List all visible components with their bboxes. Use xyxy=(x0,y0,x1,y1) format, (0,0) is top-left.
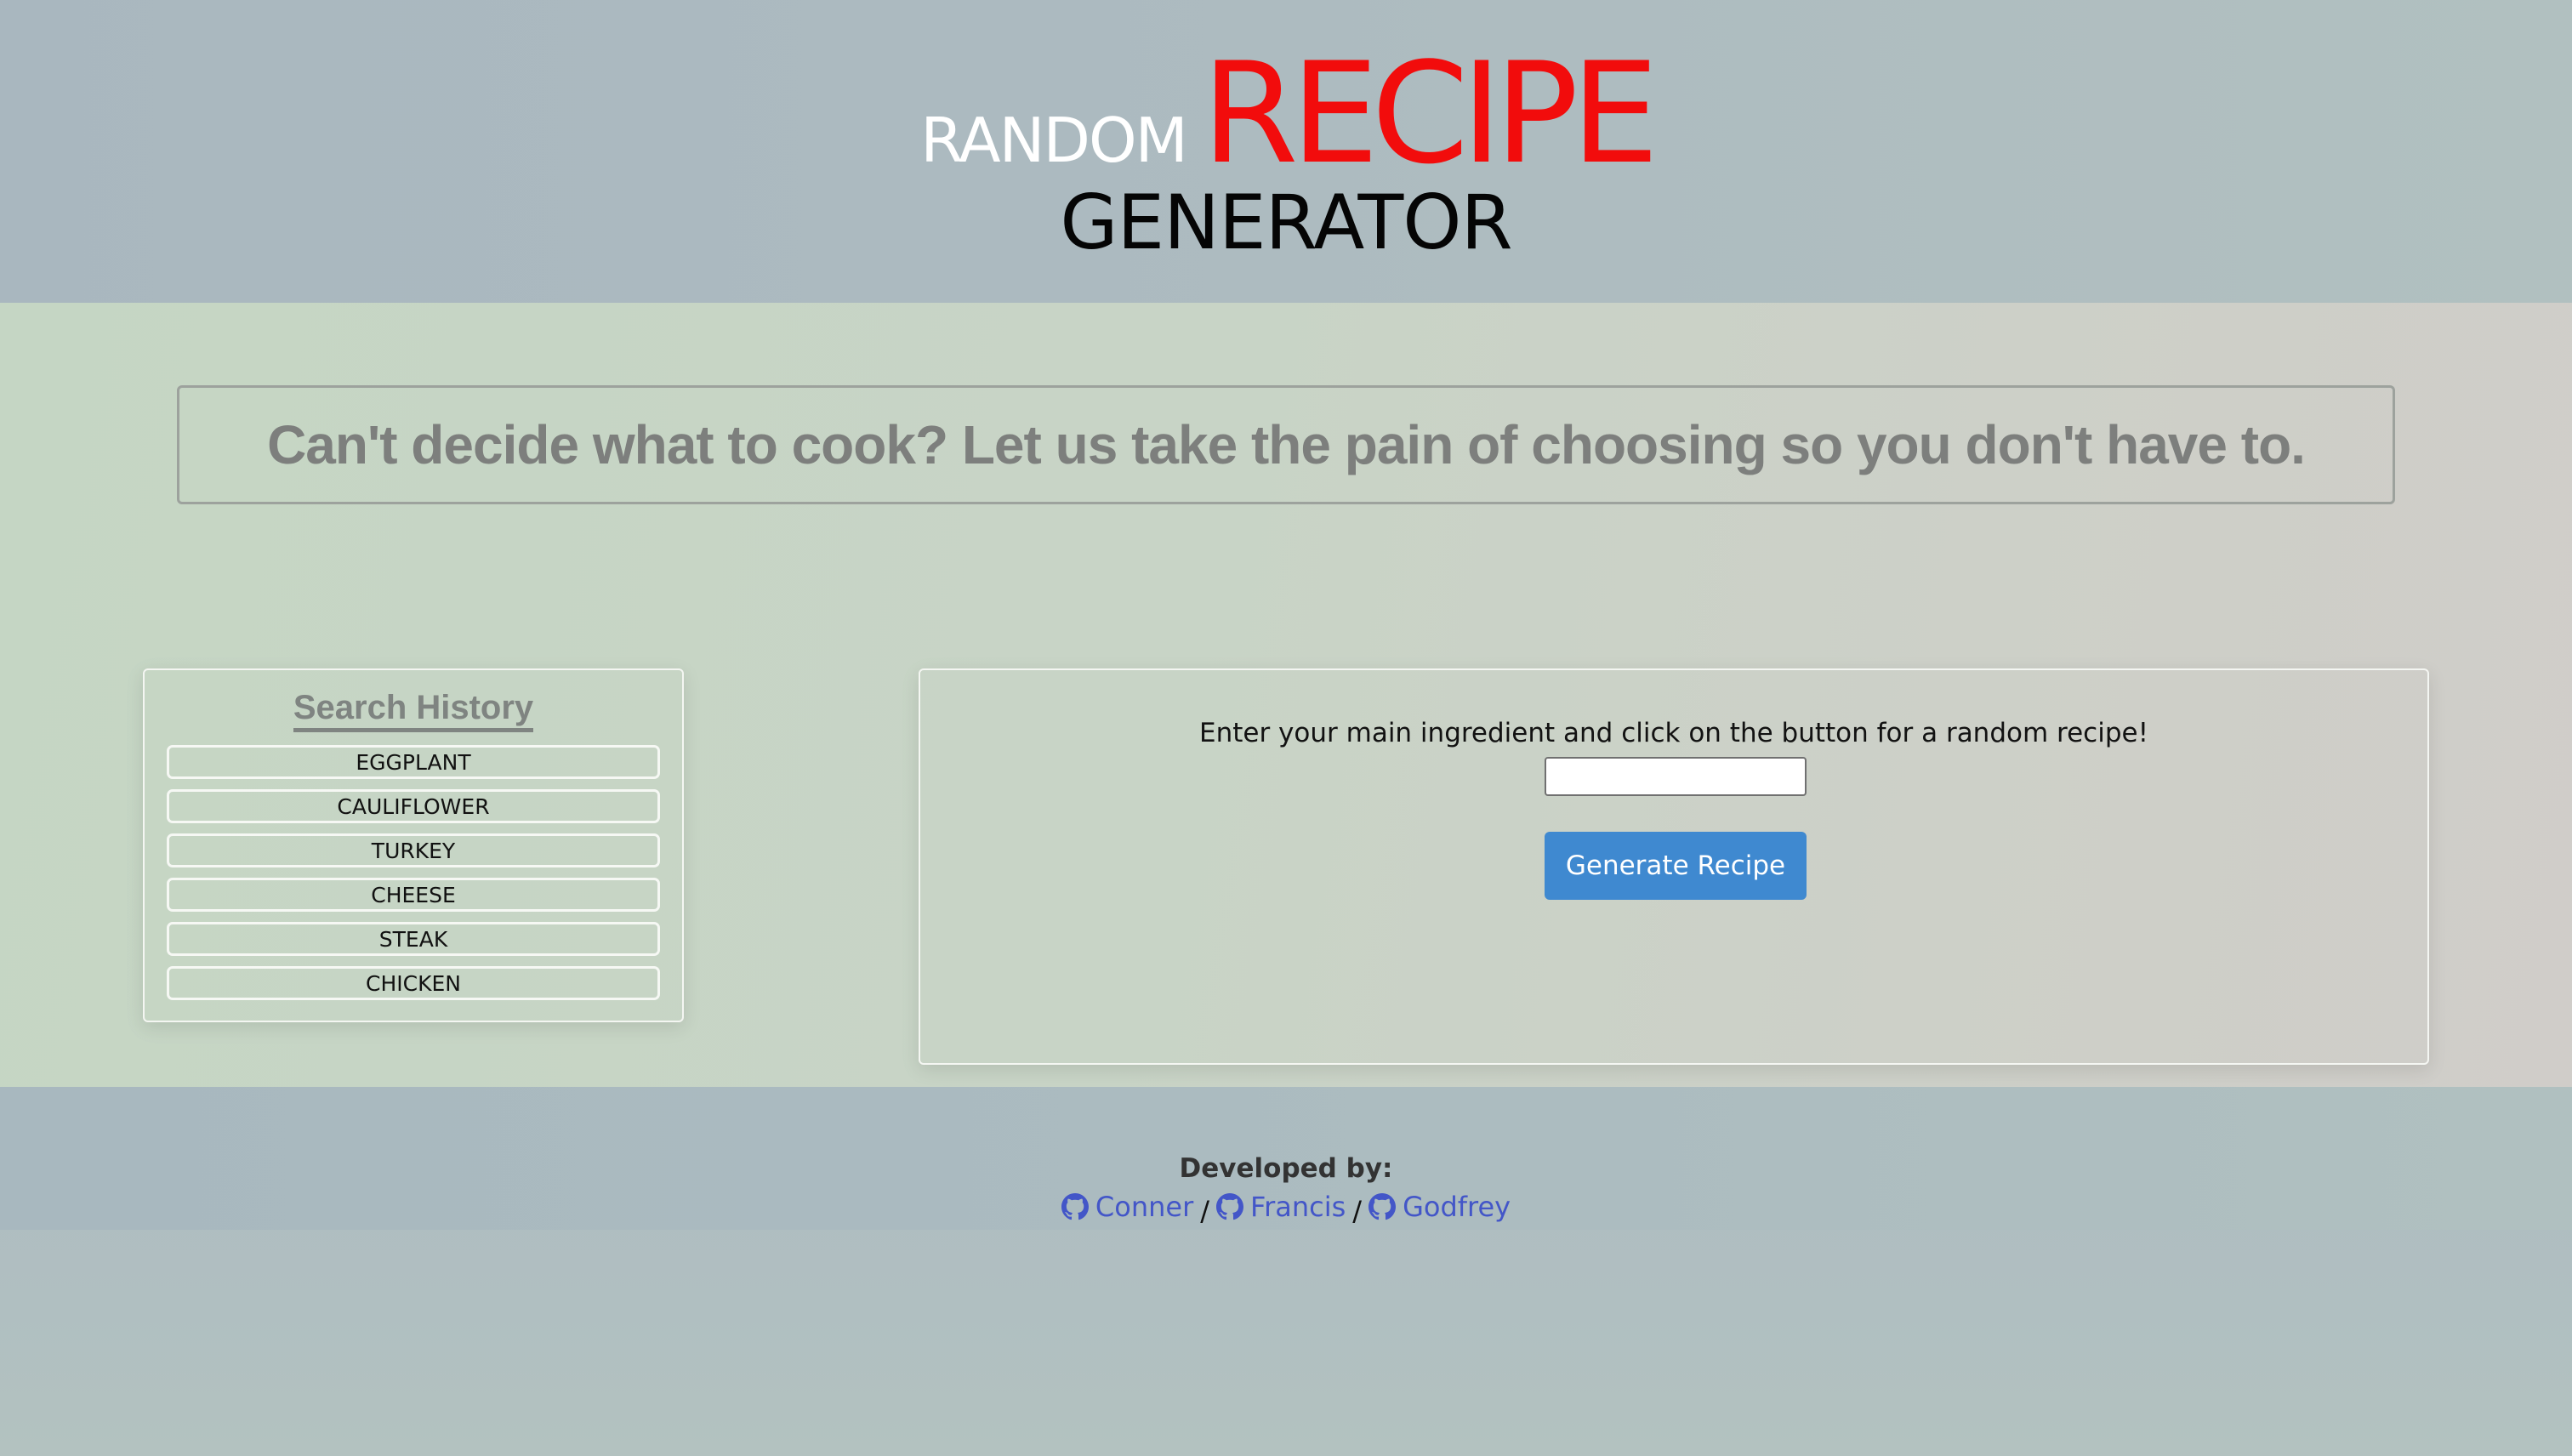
page-footer: Developed by: Conner / Francis / Godfrey xyxy=(0,1087,2572,1456)
developer-name: Godfrey xyxy=(1403,1191,1511,1223)
history-item-cheese[interactable]: CHEESE xyxy=(167,878,660,912)
developer-link-godfrey[interactable]: Godfrey xyxy=(1369,1191,1511,1223)
developer-link-conner[interactable]: Conner xyxy=(1061,1191,1193,1223)
search-history-list: EGGPLANT CAULIFLOWER TURKEY CHEESE STEAK… xyxy=(167,745,660,1010)
recipe-generator-card: Enter your main ingredient and click on … xyxy=(919,668,2429,1065)
tagline-box: Can't decide what to cook? Let us take t… xyxy=(177,385,2395,504)
separator: / xyxy=(1352,1195,1363,1227)
history-item-chicken[interactable]: CHICKEN xyxy=(167,966,660,1000)
developer-name: Conner xyxy=(1095,1191,1194,1223)
title-generator: GENERATOR xyxy=(1060,179,1512,266)
history-item-turkey[interactable]: TURKEY xyxy=(167,833,660,867)
github-icon xyxy=(1369,1193,1397,1220)
main-content: Can't decide what to cook? Let us take t… xyxy=(0,303,2572,1087)
search-history-card: Search History EGGPLANT CAULIFLOWER TURK… xyxy=(143,668,684,1022)
title-line: RANDOM RECIPE xyxy=(0,32,2572,195)
page-header: RANDOM RECIPE GENERATOR xyxy=(0,0,2572,303)
search-history-title: Search History xyxy=(145,689,682,732)
separator: / xyxy=(1200,1195,1209,1227)
developer-links: Conner / Francis / Godfrey xyxy=(0,1191,2572,1227)
generate-recipe-button[interactable]: Generate Recipe xyxy=(1545,832,1807,900)
title-recipe: RECIPE xyxy=(1201,32,1659,195)
generator-instructions: Enter your main ingredient and click on … xyxy=(1199,718,2148,748)
search-history-title-text: Search History xyxy=(293,689,534,732)
history-item-steak[interactable]: STEAK xyxy=(167,922,660,956)
ingredient-input[interactable] xyxy=(1545,757,1807,796)
developer-link-francis[interactable]: Francis xyxy=(1216,1191,1346,1223)
title-random: RANDOM xyxy=(920,105,1187,176)
tagline: Can't decide what to cook? Let us take t… xyxy=(267,414,2306,475)
github-icon xyxy=(1061,1193,1089,1220)
developed-by-label: Developed by: xyxy=(1179,1153,1393,1184)
history-item-cauliflower[interactable]: CAULIFLOWER xyxy=(167,789,660,823)
developer-name: Francis xyxy=(1250,1191,1346,1223)
history-item-eggplant[interactable]: EGGPLANT xyxy=(167,745,660,779)
github-icon xyxy=(1216,1193,1243,1220)
